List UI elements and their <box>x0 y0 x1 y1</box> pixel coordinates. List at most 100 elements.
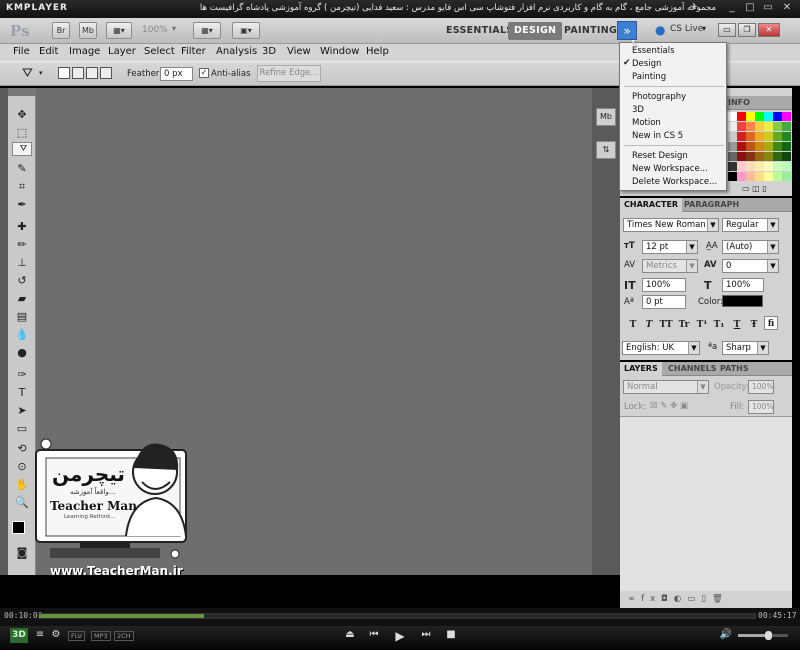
volume-knob[interactable] <box>765 631 772 640</box>
swatch[interactable] <box>728 172 737 181</box>
swatch[interactable] <box>737 112 746 121</box>
actions-dock-icon[interactable]: ⇅ <box>596 141 616 159</box>
menu-image[interactable]: Image <box>69 46 100 57</box>
menu-item-photography[interactable]: Photography <box>632 92 686 102</box>
swatch[interactable] <box>746 112 755 121</box>
crop-tool-icon[interactable]: ⌗ <box>12 178 32 195</box>
app-close-button[interactable]: ✕ <box>758 23 780 37</box>
swatch[interactable] <box>755 172 764 181</box>
swatch[interactable] <box>755 122 764 131</box>
menu-window[interactable]: Window <box>320 46 359 57</box>
pen-tool-icon[interactable]: ✑ <box>12 366 32 383</box>
swatch[interactable] <box>782 112 791 121</box>
polygonal-lasso-preset-icon[interactable]: ⛛ <box>22 66 33 81</box>
path-select-tool-icon[interactable]: ➤ <box>12 402 32 419</box>
close-icon[interactable]: ✕ <box>781 2 793 14</box>
bridge-button[interactable]: Br <box>52 22 70 39</box>
quick-select-tool-icon[interactable]: ✎ <box>12 160 32 177</box>
swatch[interactable] <box>782 132 791 141</box>
strikethrough-button[interactable]: Ŧ <box>747 318 761 332</box>
baseline-shift-input[interactable]: 0 pt <box>642 295 686 309</box>
view-extras-button[interactable]: ▦▾ <box>106 22 132 39</box>
cs-live-dropdown-icon[interactable]: ▾ <box>702 24 706 33</box>
menu-item-painting[interactable]: Painting <box>632 72 666 82</box>
swatch[interactable] <box>728 112 737 121</box>
next-icon[interactable]: ⏭ <box>418 629 434 640</box>
swatch[interactable] <box>746 132 755 141</box>
blend-mode-select[interactable]: Normal ▼ <box>623 380 709 394</box>
antialias-checkbox[interactable]: ✓ <box>199 68 209 78</box>
healing-tool-icon[interactable]: ✚ <box>12 218 32 235</box>
add-selection-icon[interactable] <box>72 67 84 79</box>
menu-select[interactable]: Select <box>144 46 175 57</box>
swatch[interactable] <box>773 172 782 181</box>
antialias-method-select[interactable]: Sharp ▼ <box>722 341 769 355</box>
swatch[interactable] <box>782 162 791 171</box>
kerning-select[interactable]: Metrics ▼ <box>642 259 698 273</box>
lock-icons[interactable]: ☒ ✎ ✥ ▣ <box>650 401 688 411</box>
menu-file[interactable]: File <box>13 46 30 57</box>
swatch-footer-icons[interactable]: ▭ ◫ ▯ <box>742 184 767 193</box>
stamp-tool-icon[interactable]: ⊥ <box>12 254 32 271</box>
menu-layer[interactable]: Layer <box>108 46 136 57</box>
faux-bold-button[interactable]: T <box>626 318 640 332</box>
text-color-swatch[interactable] <box>722 295 763 307</box>
menu-analysis[interactable]: Analysis <box>216 46 257 57</box>
mini-bridge-dock-icon[interactable]: Mb <box>596 108 616 126</box>
menu-3d[interactable]: 3D <box>262 46 276 57</box>
maximize-icon[interactable]: □ <box>744 2 756 14</box>
refine-edge-button[interactable]: Refine Edge... <box>257 65 321 82</box>
subscript-button[interactable]: T₁ <box>712 318 726 332</box>
swatch[interactable] <box>746 172 755 181</box>
faux-italic-button[interactable]: T <box>642 318 656 332</box>
ligature-button[interactable]: fi <box>764 316 778 330</box>
3d-button[interactable]: 3D <box>10 628 28 643</box>
menu-item-design[interactable]: Design <box>632 59 661 69</box>
language-select[interactable]: English: UK ▼ <box>622 341 700 355</box>
menu-view[interactable]: View <box>287 46 311 57</box>
eject-icon[interactable]: ⏏ <box>342 629 358 640</box>
horizontal-scale-input[interactable]: 100% <box>722 278 764 292</box>
vertical-scale-input[interactable]: 100% <box>642 278 686 292</box>
app-minimize-button[interactable]: ▭ <box>718 23 736 37</box>
new-selection-icon[interactable] <box>58 67 70 79</box>
cs-live-button[interactable]: CS Live <box>670 24 703 34</box>
swatch[interactable] <box>782 172 791 181</box>
tab-paths[interactable]: PATHS <box>716 362 753 376</box>
swatch[interactable] <box>728 162 737 171</box>
menu-item-new-in-cs5[interactable]: New in CS 5 <box>632 131 683 141</box>
volume-icon[interactable]: 🔊 <box>718 629 734 640</box>
swatch[interactable] <box>737 152 746 161</box>
workspace-painting[interactable]: PAINTING <box>558 22 623 40</box>
small-caps-button[interactable]: Tr <box>677 318 691 332</box>
font-style-select[interactable]: Regular ▼ <box>722 218 779 232</box>
underline-button[interactable]: T <box>730 318 744 332</box>
swatch[interactable] <box>746 142 755 151</box>
opacity-input[interactable]: 100% <box>748 380 774 394</box>
tracking-select[interactable]: 0 ▼ <box>722 259 779 273</box>
zoom-level[interactable]: 100% <box>142 25 168 35</box>
swatch[interactable] <box>728 152 737 161</box>
tab-paragraph[interactable]: PARAGRAPH <box>680 198 743 212</box>
pin-icon[interactable]: ✈ <box>688 2 700 14</box>
zoom-dropdown-icon[interactable]: ▾ <box>172 24 176 33</box>
swatch[interactable] <box>737 162 746 171</box>
menu-item-delete-workspace[interactable]: Delete Workspace... <box>632 177 717 187</box>
swatch[interactable] <box>728 132 737 141</box>
previous-icon[interactable]: ⏮ <box>366 629 382 640</box>
playlist-icon[interactable]: ≡ <box>32 629 48 640</box>
menu-filter[interactable]: Filter <box>181 46 206 57</box>
tab-character[interactable]: CHARACTER <box>620 198 683 212</box>
swatch[interactable] <box>746 122 755 131</box>
menu-help[interactable]: Help <box>366 46 389 57</box>
swatch[interactable] <box>728 122 737 131</box>
3d-orbit-tool-icon[interactable]: ⊙ <box>12 458 32 475</box>
swatch[interactable] <box>728 142 737 151</box>
swatch[interactable] <box>782 142 791 151</box>
tab-info[interactable]: INFO <box>724 96 754 110</box>
swatch[interactable] <box>755 112 764 121</box>
menu-item-motion[interactable]: Motion <box>632 118 661 128</box>
type-tool-icon[interactable]: T <box>12 384 32 401</box>
swatch[interactable] <box>764 162 773 171</box>
eyedropper-tool-icon[interactable]: ✒ <box>12 196 32 213</box>
